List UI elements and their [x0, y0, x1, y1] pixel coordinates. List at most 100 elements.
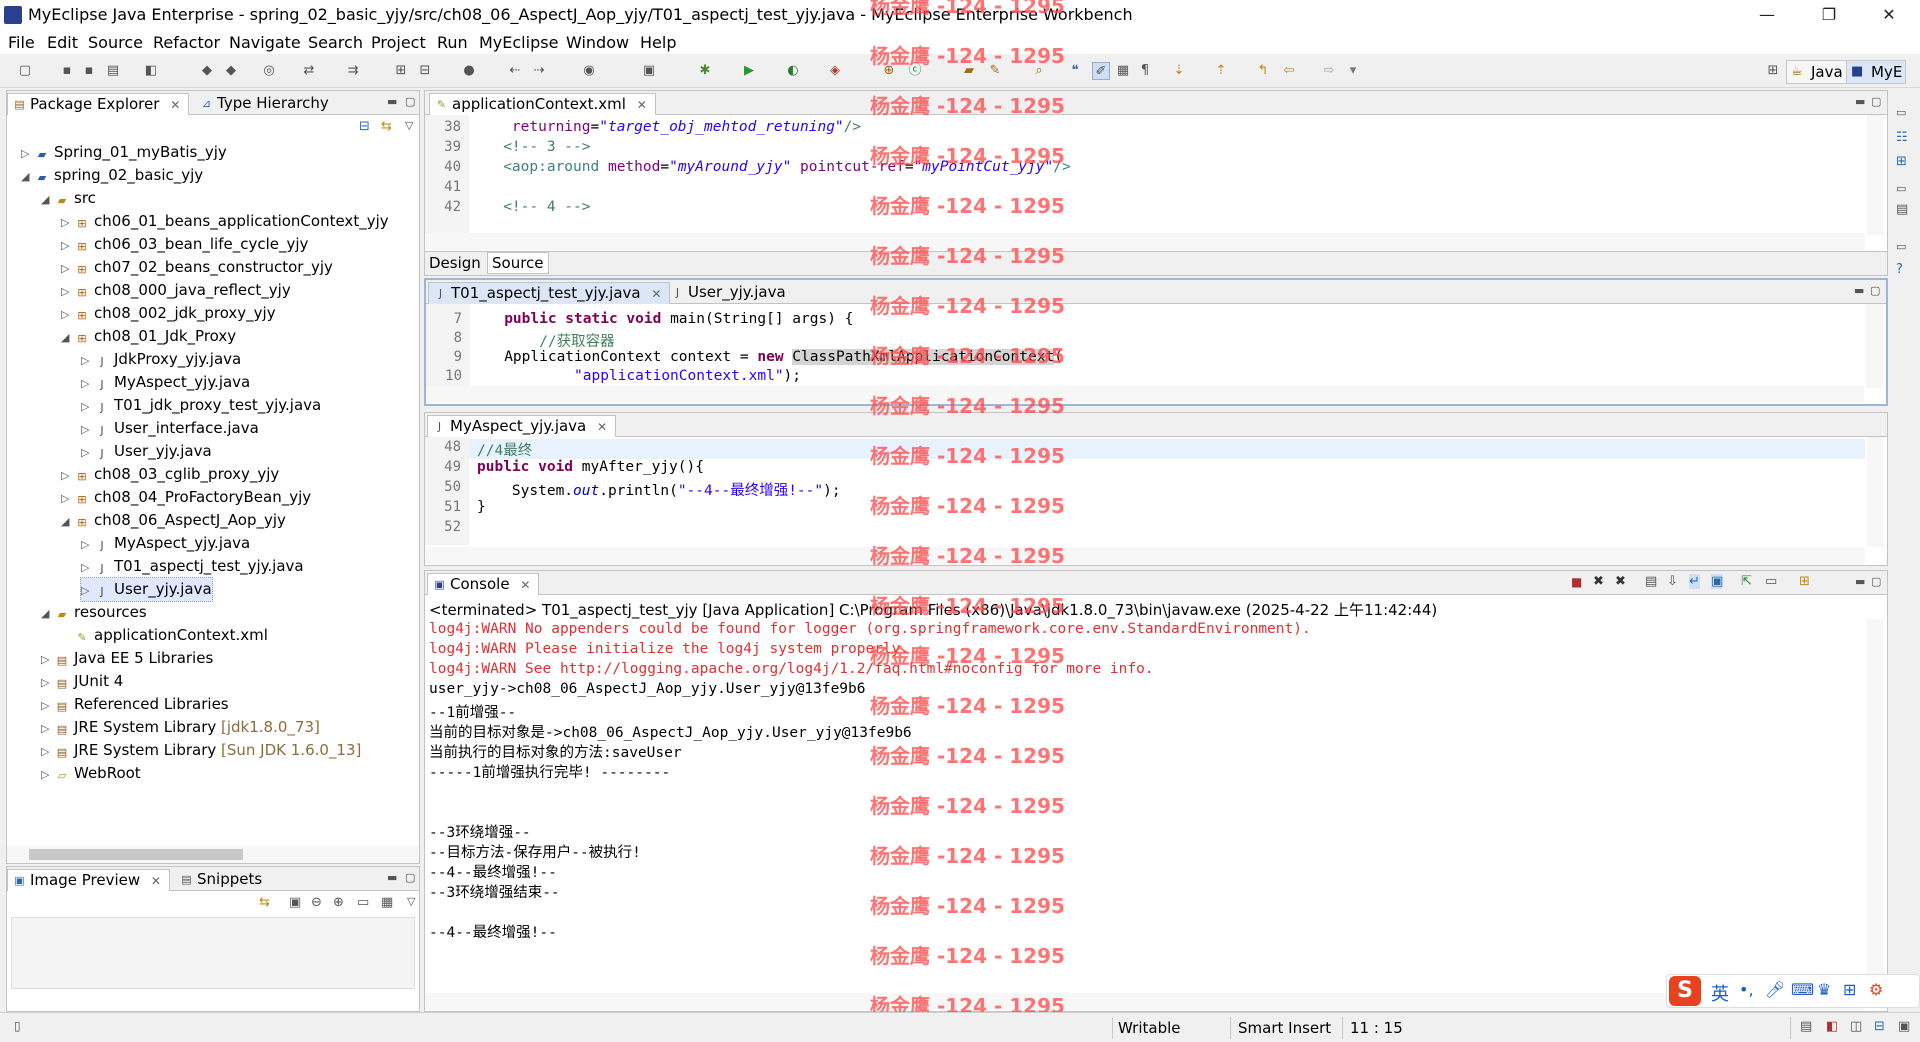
hierarchy-icon[interactable]: ⊞ [1896, 154, 1907, 169]
fit-icon[interactable]: ▣ [289, 895, 301, 910]
outline-icon[interactable]: ☷ [1896, 130, 1908, 145]
tree-item[interactable]: ▷ ⊞ ch06_03_bean_life_cycle_yjy [61, 233, 308, 256]
fast-view-icon[interactable]: ▯ [14, 1019, 21, 1033]
toggle-mark-occurrences-icon[interactable]: ✐ [1092, 62, 1110, 80]
horizontal-scrollbar[interactable] [425, 993, 1865, 1010]
print-icon[interactable]: ▤ [104, 62, 122, 80]
view-menu-icon[interactable]: ▽ [407, 895, 415, 908]
toolbox-icon[interactable]: ⊞ [1843, 980, 1856, 999]
collapsed-arrow-icon[interactable]: ▷ [81, 419, 95, 441]
collapsed-arrow-icon[interactable]: ▷ [41, 672, 55, 694]
collapsed-arrow-icon[interactable]: ▷ [81, 557, 95, 579]
run-icon[interactable]: ▶ [740, 62, 758, 80]
java-perspective-button[interactable]: ☕ Java [1786, 60, 1850, 84]
tab-myaspect-yjy[interactable]: J MyAspect_yjy.java ✕ [427, 415, 617, 437]
code-line[interactable]: System.out.println("--4--最终增强!--"); [477, 479, 841, 500]
code-line[interactable]: <!-- 3 --> [477, 139, 590, 155]
tree-item[interactable]: ◢ ⊞ ch08_01_Jdk_Proxy [61, 325, 236, 348]
collapsed-arrow-icon[interactable]: ▷ [81, 534, 95, 556]
expanded-arrow-icon[interactable]: ◢ [21, 166, 35, 188]
remove-all-launches-icon[interactable]: ✖ [1615, 574, 1626, 589]
maximize-icon[interactable]: ▢ [1871, 95, 1881, 108]
zoom-in-icon[interactable]: ⊕ [333, 895, 344, 910]
expanded-arrow-icon[interactable]: ◢ [41, 189, 55, 211]
fullscreen-icon[interactable]: ▦ [381, 895, 393, 910]
collapsed-arrow-icon[interactable]: ▷ [41, 649, 55, 671]
save-all-icon[interactable]: ▪ [80, 62, 98, 80]
keyboard-icon[interactable]: ⌨ [1791, 980, 1814, 999]
aspect-code-area[interactable]: 48 //4最终 49 public void myAfter_yjy(){50 Sy… [425, 439, 1845, 543]
collapsed-arrow-icon[interactable]: ▷ [41, 764, 55, 786]
open-console-icon[interactable]: ⊞ [1799, 574, 1810, 589]
collapsed-arrow-icon[interactable]: ▷ [41, 718, 55, 740]
punctuation-icon[interactable]: •, [1739, 980, 1754, 999]
code-line[interactable]: //4最终 [477, 439, 532, 460]
console-icon[interactable]: ▣ [640, 62, 658, 80]
tasks-icon[interactable]: ▤ [1896, 202, 1908, 217]
collapsed-arrow-icon[interactable]: ▷ [41, 695, 55, 717]
minimize-icon[interactable]: ▬ [1854, 284, 1864, 297]
collapsed-arrow-icon[interactable]: ▷ [61, 304, 75, 326]
restore-icon[interactable]: ▭ [1896, 240, 1906, 253]
myeclipse-perspective-button[interactable]: ■ MyE [1846, 60, 1906, 84]
pin-console-icon[interactable]: ⇱ [1741, 574, 1752, 589]
minimize-icon[interactable]: ▬ [387, 871, 397, 884]
link-with-editor-icon[interactable]: ⇆ [381, 119, 392, 134]
scroll-lock-icon[interactable]: ⇩ [1667, 574, 1678, 589]
open-perspective-icon[interactable]: ⊞ [392, 62, 410, 80]
menu-myeclipse[interactable]: MyEclipse [479, 33, 558, 52]
new-project-icon[interactable]: ◧ [142, 62, 160, 80]
tree-item[interactable]: ◢ ▰ resources [41, 601, 147, 624]
tab-type-hierarchy[interactable]: ⊿ Type Hierarchy [195, 93, 337, 115]
tree-item[interactable]: ▷ ▤ Java EE 5 Libraries [41, 647, 213, 670]
display-selected-console-icon[interactable]: ▭ [1765, 574, 1777, 589]
collapsed-arrow-icon[interactable]: ▷ [61, 235, 75, 257]
tab-design[interactable]: Design [429, 254, 481, 272]
open-perspective-button-icon[interactable]: ⊞ [1764, 62, 1782, 80]
collapsed-arrow-icon[interactable]: ▷ [21, 143, 35, 165]
next-annotation-icon[interactable]: ⇣ [1170, 62, 1188, 80]
tab-image-preview[interactable]: ▣ Image Preview ✕ [7, 869, 170, 891]
tree-item[interactable]: ▷ ⊞ ch08_03_cglib_proxy_yjy [61, 463, 279, 486]
save-icon[interactable]: ▪ [58, 62, 76, 80]
tree-item[interactable]: ▷ J User_yjy.java [80, 577, 213, 602]
microphone-icon[interactable]: 🎤︎ [1765, 980, 1785, 999]
restore-icon[interactable]: ▭ [1896, 182, 1906, 195]
settings-icon[interactable]: ⚙ [1869, 980, 1883, 999]
tab-t01-aspectj-test[interactable]: J T01_aspectj_test_yjy.java ✕ [428, 282, 671, 304]
close-icon[interactable]: ✕ [637, 98, 647, 112]
collapsed-arrow-icon[interactable]: ▷ [61, 212, 75, 234]
annotation-icon[interactable]: ❝ [1066, 62, 1084, 80]
close-icon[interactable]: ✕ [597, 420, 607, 434]
show-console-on-output-icon[interactable]: ▣ [1711, 574, 1724, 589]
code-line[interactable]: <!-- 4 --> [477, 199, 590, 215]
last-edit-icon[interactable]: ↰ [1254, 62, 1272, 80]
collapsed-arrow-icon[interactable]: ▷ [61, 258, 75, 280]
code-line[interactable]: "applicationContext.xml"); [478, 368, 801, 384]
notification-icon[interactable]: ▣ [1898, 1019, 1910, 1034]
menu-run[interactable]: Run [437, 33, 468, 52]
console-output[interactable]: log4j:WARN No appenders could be found f… [429, 621, 1849, 993]
actual-size-icon[interactable]: ▭ [357, 895, 369, 910]
view-menu-icon[interactable]: ▽ [405, 119, 413, 132]
expanded-arrow-icon[interactable]: ◢ [61, 511, 75, 533]
link-icon[interactable]: ⇆ [259, 895, 270, 910]
server-icon[interactable]: ◎ [260, 62, 278, 80]
tree-item[interactable]: ◢ ⊞ ch08_06_AspectJ_Aop_yjy [61, 509, 286, 532]
tree-item[interactable]: ▷ ▱ WebRoot [41, 762, 141, 785]
code-line[interactable]: public void myAfter_yjy(){ [477, 459, 704, 475]
horizontal-scrollbar[interactable] [425, 233, 1865, 250]
tree-item[interactable]: ▷ ▤ Referenced Libraries [41, 693, 229, 716]
code-line[interactable]: public static void main(String[] args) { [478, 311, 853, 327]
tree-item[interactable]: ▷ ⊞ ch06_01_beans_applicationContext_yjy [61, 210, 389, 233]
restore-button[interactable]: ❐ [1806, 0, 1852, 30]
tree-item[interactable]: ◢ ▰ src [41, 187, 96, 210]
forward-history-icon[interactable]: ⇢ [530, 62, 548, 80]
ime-toolbar[interactable]: S 英 •, 🎤︎ ⌨ ♛ ⊞ ⚙ [1666, 974, 1920, 1008]
minimize-icon[interactable]: ▬ [387, 95, 397, 108]
tree-item[interactable]: ▷ ⊞ ch08_000_java_reflect_yjy [61, 279, 291, 302]
tree-item[interactable]: ▷ ▤ JRE System Library [Sun JDK 1.6.0_13] [41, 739, 361, 762]
server-status-icon[interactable]: ⊟ [1874, 1019, 1885, 1034]
menu-edit[interactable]: Edit [47, 33, 78, 52]
tab-source[interactable]: Source [487, 252, 549, 274]
